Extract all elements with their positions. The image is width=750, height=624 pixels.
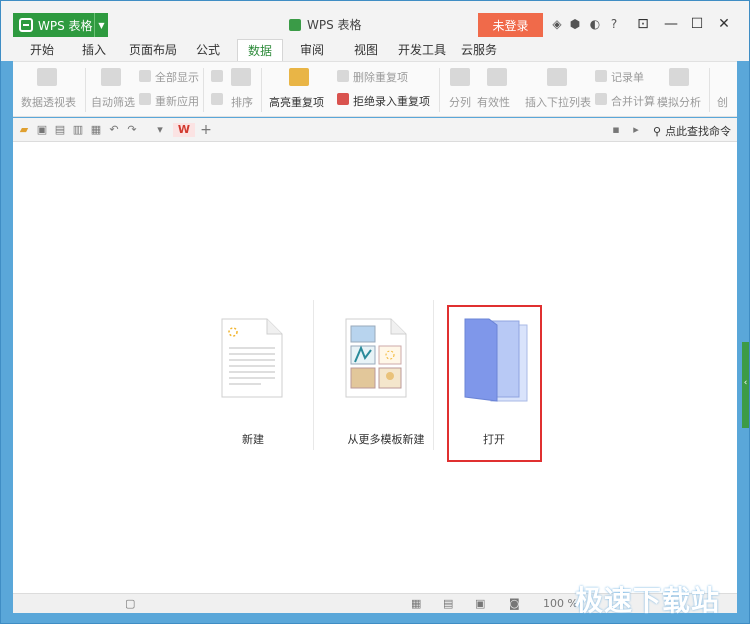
save-as-icon[interactable]: ▤ (53, 123, 67, 137)
page-break-view-icon[interactable]: ▤ (443, 597, 453, 610)
add-tab-icon[interactable]: + (199, 123, 213, 137)
command-search[interactable]: ⚲ 点此查找命令 (653, 123, 731, 139)
delete-duplicates-icon (337, 70, 349, 82)
title-bar: WPS 表格 ▼ WPS 表格 未登录 ◈ ⬢ ◐ ? ⊡ — ☐ ✕ (1, 1, 749, 39)
print-icon[interactable]: ▥ (71, 123, 85, 137)
sort-desc-icon[interactable] (211, 93, 223, 105)
validity-button[interactable]: 有效性 (477, 94, 510, 110)
record-sheet-button[interactable]: 记录单 (611, 69, 644, 85)
start-page: 新建 从更多模板新建 打开 ‹ (13, 142, 749, 593)
login-button[interactable]: 未登录 (478, 13, 543, 37)
highlight-duplicates-button[interactable]: 高亮重复项 (269, 94, 324, 110)
window-title: WPS 表格 (289, 16, 362, 33)
tab-review[interactable]: 审阅 (293, 39, 331, 61)
merge-calc-icon (595, 93, 607, 105)
ribbon-divider (261, 68, 262, 112)
ribbon-divider (85, 68, 86, 112)
sort-button[interactable]: 排序 (231, 94, 253, 110)
open-highlight-box (447, 305, 542, 462)
feedback-icon[interactable]: ◐ (588, 17, 602, 31)
chevron-down-icon[interactable]: ▼ (94, 13, 108, 37)
ribbon-divider (203, 68, 204, 112)
command-search-label: 点此查找命令 (665, 125, 732, 138)
delete-duplicates-button[interactable]: 删除重复项 (353, 69, 408, 85)
skin-icon[interactable]: ◈ (550, 17, 564, 31)
customize-dropdown-icon[interactable]: ▾ (153, 123, 167, 137)
ribbon-panel: 数据透视表 自动筛选 全部显示 重新应用 排序 高亮重复项 删除重复项 拒绝录入… (13, 61, 737, 117)
pin-icon[interactable]: ▪ (609, 123, 623, 137)
settings-icon[interactable]: ⬢ (568, 17, 582, 31)
tab-start[interactable]: 开始 (23, 39, 61, 61)
template-label: 从更多模板新建 (347, 433, 425, 446)
ribbon-divider (709, 68, 710, 112)
ribbon-divider (439, 68, 440, 112)
wps-logo-icon (19, 18, 33, 32)
split-column-icon (450, 68, 470, 86)
app-window: WPS 表格 ▼ WPS 表格 未登录 ◈ ⬢ ◐ ? ⊡ — ☐ ✕ 开始 插… (0, 0, 750, 624)
wps-menu-label: WPS 表格 (38, 18, 93, 33)
insert-dropdown-button[interactable]: 插入下拉列表 (525, 94, 591, 110)
reapply-icon (139, 93, 151, 105)
reapply-button[interactable]: 重新应用 (155, 93, 199, 109)
reject-duplicates-icon (337, 93, 349, 105)
blank-document-icon (221, 318, 283, 398)
wps-menu-button[interactable]: WPS 表格 ▼ (13, 13, 108, 37)
highlight-duplicates-icon (289, 68, 309, 86)
create-button[interactable]: 创 (717, 94, 728, 110)
sort-az-icon (231, 68, 251, 86)
eye-protect-icon[interactable]: ◙ (509, 597, 520, 610)
spreadsheet-icon (289, 18, 301, 31)
simulate-analysis-icon (669, 68, 689, 86)
search-icon: ⚲ (653, 124, 662, 138)
show-all-button[interactable]: 全部显示 (155, 69, 199, 85)
restore-ribbon-icon[interactable]: ⊡ (633, 15, 653, 33)
card-divider (433, 300, 434, 450)
sort-asc-icon[interactable] (211, 70, 223, 82)
undo-icon[interactable]: ↶ (107, 123, 121, 137)
pivot-table-icon (37, 68, 57, 86)
print-preview-icon[interactable]: ▦ (89, 123, 103, 137)
watermark-text: 极速下载站 (575, 584, 721, 617)
tab-developer[interactable]: 开发工具 (395, 39, 449, 61)
show-all-icon (139, 70, 151, 82)
quick-access-bar: ▰ ▣ ▤ ▥ ▦ ↶ ↷ ▾ W + ▪ ▸ ⚲ 点此查找命令 (13, 118, 737, 142)
reject-duplicates-button[interactable]: 拒绝录入重复项 (353, 93, 430, 109)
zoom-level[interactable]: 100 % (543, 597, 578, 610)
new-document-label: 新建 (242, 433, 264, 446)
filter-icon (101, 68, 121, 86)
insert-dropdown-icon (547, 68, 567, 86)
tab-data[interactable]: 数据 (237, 39, 283, 61)
arrow-icon[interactable]: ▸ (629, 123, 643, 137)
reading-view-icon[interactable]: ▣ (475, 597, 485, 610)
redo-icon[interactable]: ↷ (125, 123, 139, 137)
template-card[interactable]: 从更多模板新建 (331, 302, 441, 452)
template-document-icon (345, 318, 407, 398)
window-title-text: WPS 表格 (307, 18, 362, 32)
simulate-analysis-button[interactable]: 模拟分析 (657, 94, 701, 110)
close-button[interactable]: ✕ (714, 15, 734, 33)
merge-calc-button[interactable]: 合并计算 (611, 93, 655, 109)
pivot-table-button[interactable]: 数据透视表 (21, 94, 76, 110)
tab-page-layout[interactable]: 页面布局 (125, 39, 181, 61)
minimize-button[interactable]: — (661, 15, 681, 33)
tab-cloud[interactable]: 云服务 (457, 39, 501, 61)
save-icon[interactable]: ▣ (35, 123, 49, 137)
normal-view-icon[interactable]: ▦ (411, 597, 421, 610)
split-column-button[interactable]: 分列 (449, 94, 471, 110)
tab-insert[interactable]: 插入 (75, 39, 113, 61)
side-panel-toggle[interactable] (742, 342, 749, 428)
card-divider (313, 300, 314, 450)
tab-view[interactable]: 视图 (347, 39, 385, 61)
wps-w-icon[interactable]: W (173, 123, 195, 137)
autofilter-button[interactable]: 自动筛选 (91, 94, 135, 110)
new-document-card[interactable]: 新建 (203, 302, 303, 452)
help-icon[interactable]: ? (609, 17, 619, 31)
tab-formula[interactable]: 公式 (189, 39, 227, 61)
maximize-button[interactable]: ☐ (687, 15, 707, 33)
record-sheet-icon (595, 70, 607, 82)
open-folder-icon[interactable]: ▰ (17, 123, 31, 137)
ribbon-tabs: 开始 插入 页面布局 公式 数据 审阅 视图 开发工具 云服务 (1, 39, 749, 61)
validity-icon (487, 68, 507, 86)
sheet-icon[interactable]: ▢ (125, 597, 135, 610)
